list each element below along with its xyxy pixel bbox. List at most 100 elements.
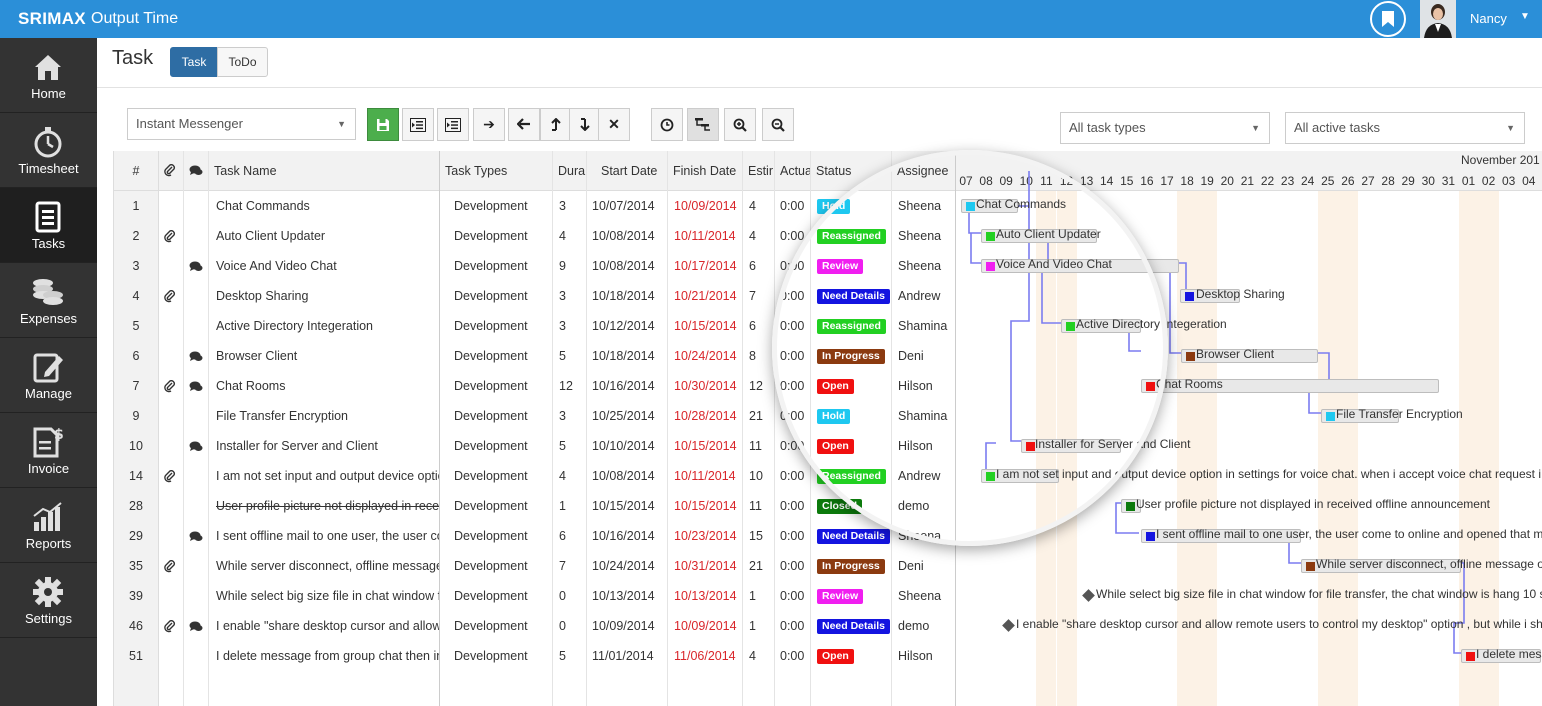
column-header-number[interactable]: # (114, 151, 159, 191)
table-row[interactable]: 5 Active Directory Integeration Developmen… (114, 311, 956, 341)
table-row[interactable]: 46 I enable "share desktop cursor and all… (114, 611, 956, 641)
tab-todo[interactable]: ToDo (217, 47, 268, 77)
paperclip-icon[interactable] (164, 560, 176, 573)
delete-button[interactable]: ✕ (598, 108, 630, 141)
paperclip-icon[interactable] (164, 380, 176, 393)
paperclip-icon[interactable] (164, 470, 176, 483)
task-name[interactable]: Desktop Sharing (209, 281, 440, 311)
table-row[interactable]: 7 Chat Rooms Development 12 10/16/2014 10/30/… (114, 371, 956, 401)
table-row[interactable]: 6 Browser Client Development 5 10/18/2014 10/… (114, 341, 956, 371)
column-header-attachment[interactable] (159, 151, 184, 191)
paperclip-icon[interactable] (164, 230, 176, 243)
table-row[interactable]: 28 User profile picture not displayed in … (114, 491, 956, 521)
task-name[interactable]: Browser Client (209, 341, 440, 371)
table-row[interactable]: 2 Auto Client Updater Development 4 10/08/20… (114, 221, 956, 251)
tab-task[interactable]: Task (170, 47, 218, 77)
zoom-out-button[interactable] (762, 108, 794, 141)
column-header-assignee[interactable]: Assignee (892, 151, 956, 191)
comments-icon[interactable] (189, 261, 203, 273)
column-header-duration[interactable]: Dura (553, 151, 587, 191)
status-badge-label: Hold (817, 409, 851, 425)
user-name[interactable]: Nancy (1470, 11, 1507, 26)
sidebar-item-reports[interactable]: Reports (0, 488, 97, 563)
sidebar-item-timesheet[interactable]: Timesheet (0, 113, 97, 188)
table-row[interactable]: 51 I delete message from group chat then … (114, 641, 956, 671)
bookmark-button[interactable] (1370, 1, 1406, 37)
comments-icon[interactable] (189, 531, 203, 543)
comments-icon[interactable] (189, 381, 203, 393)
task-name[interactable]: I delete message from group chat then in (209, 641, 440, 671)
task-name[interactable]: Installer for Server and Client (209, 431, 440, 461)
link-tree-icon (695, 118, 710, 131)
outdent-button[interactable] (402, 108, 434, 141)
comment-cell (184, 551, 209, 581)
sidebar-item-tasks[interactable]: Tasks (0, 188, 97, 263)
table-row[interactable]: 9 File Transfer Encryption Development 3 10/… (114, 401, 956, 431)
dependency-button[interactable] (687, 108, 719, 141)
indent-button[interactable] (437, 108, 469, 141)
task-name[interactable]: Chat Rooms (209, 371, 440, 401)
paperclip-icon[interactable] (164, 290, 176, 303)
table-row[interactable]: 4 Desktop Sharing Development 3 10/18/2014 10… (114, 281, 956, 311)
task-name[interactable]: Auto Client Updater (209, 221, 440, 251)
task-name[interactable]: I sent offline mail to one user, the use… (209, 521, 440, 551)
task-name[interactable]: While select big size file in chat windo… (209, 581, 440, 611)
task-name[interactable]: File Transfer Encryption (209, 401, 440, 431)
table-row[interactable]: 3 Voice And Video Chat Development 9 10/08/2… (114, 251, 956, 281)
column-header-finish-date[interactable]: Finish Date (668, 151, 743, 191)
table-row[interactable]: 39 While select big size file in chat win… (114, 581, 956, 611)
task-number-text: 39 (129, 589, 143, 603)
comments-icon[interactable] (189, 441, 203, 453)
move-up-button[interactable] (540, 108, 572, 141)
table-row[interactable]: 29 I sent offline mail to one user, the u… (114, 521, 956, 551)
move-right-button[interactable]: ➔ (473, 108, 505, 141)
column-header-estimate[interactable]: Estir (743, 151, 775, 191)
task-name[interactable]: User profile picture not displayed in re… (209, 491, 440, 521)
finish-date-text: 10/24/2014 (674, 349, 737, 363)
sidebar-item-home[interactable]: Home (0, 38, 97, 113)
move-down-button[interactable] (569, 108, 601, 141)
save-button[interactable] (367, 108, 399, 141)
zoom-in-button[interactable] (724, 108, 756, 141)
project-select[interactable]: Instant Messenger ▼ (127, 108, 356, 140)
table-row[interactable]: 10 Installer for Server and Client Develop… (114, 431, 956, 461)
column-header-comments[interactable] (184, 151, 209, 191)
task-name[interactable]: Voice And Video Chat (209, 251, 440, 281)
task-name[interactable]: Chat Commands (209, 191, 440, 221)
duration-text: 5 (559, 439, 566, 453)
start-date-text: 10/18/2014 (592, 349, 655, 363)
table-row[interactable]: 14 I am not set input and output device o… (114, 461, 956, 491)
estimate: 21 (743, 551, 775, 581)
task-type-text: Development (454, 649, 528, 663)
column-header-actual[interactable]: Actua (775, 151, 811, 191)
table-row[interactable]: 1 Chat Commands Development 3 10/07/2014 10/0… (114, 191, 956, 221)
column-header-task-name[interactable]: Task Name (209, 151, 440, 191)
task-name[interactable]: Active Directory Integeration (209, 311, 440, 341)
duration-text: 5 (559, 649, 566, 663)
task-name[interactable]: While server disconnect, offline message… (209, 551, 440, 581)
task-type-filter[interactable]: All task types ▼ (1060, 112, 1270, 144)
paperclip-icon[interactable] (164, 620, 176, 633)
avatar[interactable] (1420, 0, 1456, 38)
comments-icon[interactable] (189, 621, 203, 633)
task-name[interactable]: I am not set input and output device opt… (209, 461, 440, 491)
sidebar-item-expenses[interactable]: Expenses (0, 263, 97, 338)
task-name[interactable]: I enable "share desktop cursor and allow… (209, 611, 440, 641)
brand-logo[interactable]: SRIMAX (18, 9, 86, 29)
comments-icon[interactable] (189, 351, 203, 363)
sidebar-item-settings[interactable]: Settings (0, 563, 97, 638)
sidebar-item-manage[interactable]: Manage (0, 338, 97, 413)
task-type-text: Development (454, 409, 528, 423)
sidebar-item-invoice[interactable]: $ Invoice (0, 413, 97, 488)
column-header-status[interactable]: Status (811, 151, 892, 191)
move-left-button[interactable] (508, 108, 540, 141)
table-row[interactable]: 35 While server disconnect, offline messa… (114, 551, 956, 581)
column-header-start-date[interactable]: Start Date (587, 151, 668, 191)
column-header-task-types[interactable]: Task Types (440, 151, 553, 191)
user-menu-chevron-icon[interactable]: ▼ (1520, 11, 1530, 22)
status-badge: Hold (811, 401, 892, 431)
task-number-text: 29 (129, 529, 143, 543)
task-status-filter[interactable]: All active tasks ▼ (1285, 112, 1525, 144)
finish-date-text: 10/15/2014 (674, 499, 737, 513)
timeline-button[interactable] (651, 108, 683, 141)
